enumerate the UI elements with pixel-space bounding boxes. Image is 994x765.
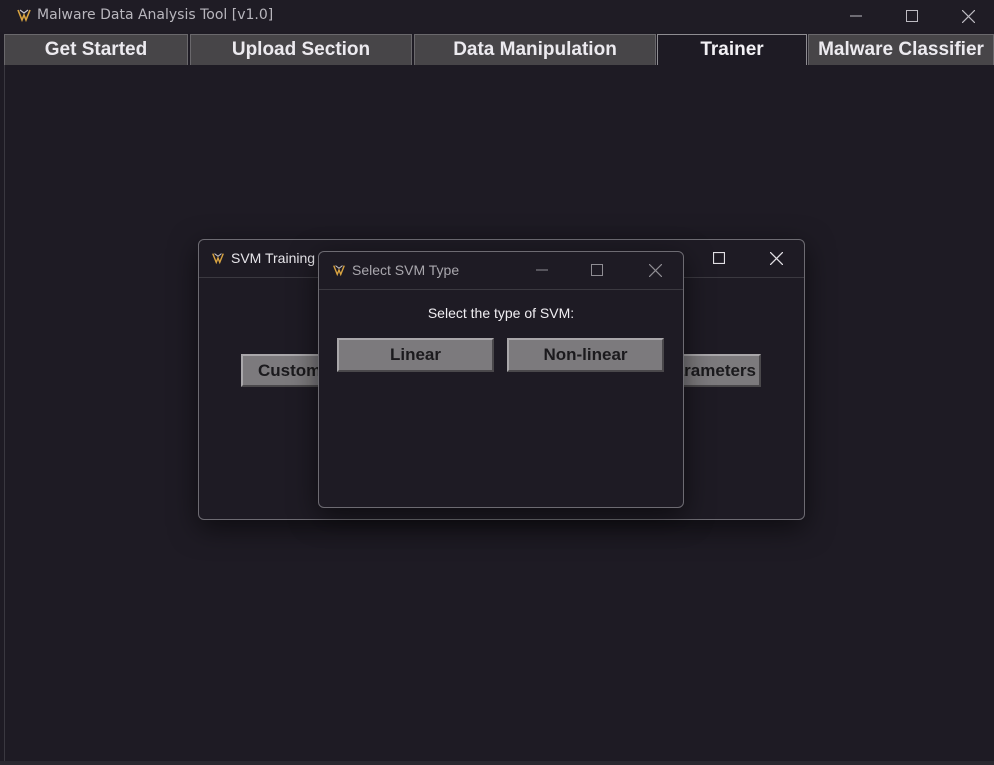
dialog-minimize-button[interactable] — [522, 252, 562, 288]
tab-malware-classifier[interactable]: Malware Classifier — [808, 34, 994, 65]
select-svm-type-dialog: Select SVM Type Select the type of SVM: … — [318, 251, 684, 508]
tab-get-started[interactable]: Get Started — [4, 34, 188, 65]
app-logo-icon — [333, 265, 345, 277]
minimize-button[interactable] — [828, 0, 884, 32]
svm-training-close-button[interactable] — [754, 240, 798, 276]
window-title: Malware Data Analysis Tool [v1.0] — [37, 7, 274, 23]
minimize-icon — [850, 15, 862, 17]
close-icon — [769, 251, 783, 265]
tab-trainer[interactable]: Trainer — [657, 34, 807, 65]
maximize-icon — [713, 252, 725, 264]
close-icon — [648, 263, 662, 277]
linear-svm-button[interactable]: Linear — [337, 338, 494, 372]
main-title-bar: Malware Data Analysis Tool [v1.0] — [0, 0, 994, 32]
dialog-maximize-button[interactable] — [577, 252, 617, 288]
tab-data-manipulation[interactable]: Data Manipulation — [414, 34, 656, 65]
maximize-icon — [906, 10, 918, 22]
window-bottom-border — [0, 761, 994, 765]
close-icon — [961, 9, 975, 23]
svm-training-maximize-button[interactable] — [697, 240, 741, 276]
dialog-title-divider — [319, 289, 683, 290]
dialog-title: Select SVM Type — [352, 262, 460, 278]
app-logo-icon — [212, 253, 224, 265]
dialog-close-button[interactable] — [635, 252, 675, 288]
svm-type-prompt: Select the type of SVM: — [427, 305, 575, 321]
tab-upload-section[interactable]: Upload Section — [190, 34, 412, 65]
maximize-icon — [591, 264, 603, 276]
minimize-icon — [536, 269, 548, 271]
nonlinear-svm-button[interactable]: Non-linear — [507, 338, 664, 372]
app-logo-icon — [17, 9, 31, 23]
tab-bar: Get Started Upload Section Data Manipula… — [4, 34, 994, 66]
svm-training-title: SVM Training — [231, 250, 316, 266]
maximize-button[interactable] — [884, 0, 940, 32]
close-button[interactable] — [940, 0, 994, 32]
